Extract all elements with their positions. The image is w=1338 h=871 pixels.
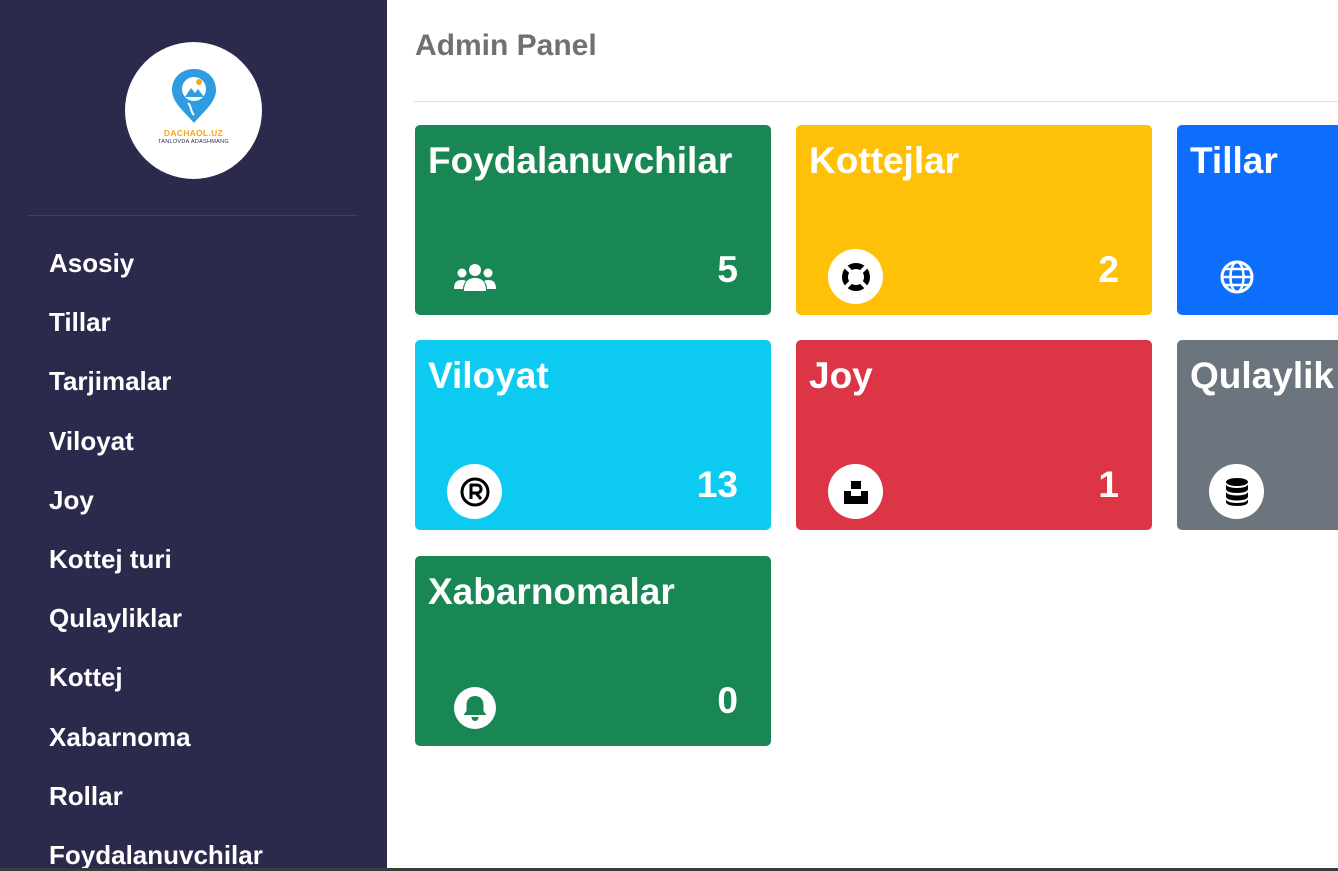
sidebar-item-viloyat[interactable]: Viloyat (0, 412, 387, 471)
users-icon (447, 249, 502, 304)
sidebar-divider (28, 215, 358, 216)
card-title: Joy (809, 355, 873, 396)
card-title: Foydalanuvchilar (428, 140, 733, 181)
life-ring-icon (828, 249, 883, 304)
sidebar-item-kottej-turi[interactable]: Kottej turi (0, 530, 387, 589)
card-count: 5 (717, 249, 738, 290)
card-title: Tillar (1190, 140, 1278, 181)
logo-tagline: TANLOVDA ADASHMANG (157, 139, 229, 145)
card-title: Viloyat (428, 355, 549, 396)
sidebar-nav: Asosiy Tillar Tarjimalar Viloyat Joy Kot… (0, 234, 387, 871)
location-pin-icon (172, 69, 216, 123)
card-title: Kottejlar (809, 140, 960, 181)
globe-icon (1209, 249, 1264, 304)
header-divider (414, 101, 1338, 102)
sidebar-item-kottej[interactable]: Kottej (0, 648, 387, 707)
sidebar-item-qulayliklar[interactable]: Qulayliklar (0, 589, 387, 648)
page-title: Admin Panel (415, 29, 597, 62)
sidebar: DACHAOL.UZ TANLOVDA ADASHMANG Asosiy Til… (0, 0, 387, 871)
database-icon (1209, 464, 1264, 519)
sidebar-item-tarjimalar[interactable]: Tarjimalar (0, 352, 387, 411)
card-foydalanuvchilar[interactable]: Foydalanuvchilar 5 (415, 125, 771, 315)
sidebar-item-rollar[interactable]: Rollar (0, 767, 387, 826)
sidebar-item-asosiy[interactable]: Asosiy (0, 234, 387, 293)
card-viloyat[interactable]: Viloyat 13 (415, 340, 771, 530)
sidebar-item-joy[interactable]: Joy (0, 471, 387, 530)
card-count: 2 (1098, 249, 1119, 290)
unsplash-icon (828, 464, 883, 519)
sidebar-item-xabarnoma[interactable]: Xabarnoma (0, 708, 387, 767)
card-count: 1 (1098, 464, 1119, 505)
card-qulaylik[interactable]: Qulaylik (1177, 340, 1338, 530)
card-kottejlar[interactable]: Kottejlar 2 (796, 125, 1152, 315)
card-xabarnomalar[interactable]: Xabarnomalar 0 (415, 556, 771, 746)
card-title: Qulaylik (1190, 355, 1334, 396)
card-count: 13 (696, 464, 738, 505)
card-count: 0 (717, 680, 738, 721)
sidebar-item-foydalanuvchilar[interactable]: Foydalanuvchilar (0, 826, 387, 871)
main-content: Admin Panel Foydalanuvchilar 5 Kottejlar (387, 0, 1338, 871)
card-tillar[interactable]: Tillar (1177, 125, 1338, 315)
card-title: Xabarnomalar (428, 571, 675, 612)
logo[interactable]: DACHAOL.UZ TANLOVDA ADASHMANG (125, 42, 262, 179)
bell-icon (447, 680, 502, 735)
card-joy[interactable]: Joy 1 (796, 340, 1152, 530)
sidebar-item-tillar[interactable]: Tillar (0, 293, 387, 352)
logo-brand-text: DACHAOL.UZ (163, 128, 224, 138)
registered-icon (447, 464, 502, 519)
